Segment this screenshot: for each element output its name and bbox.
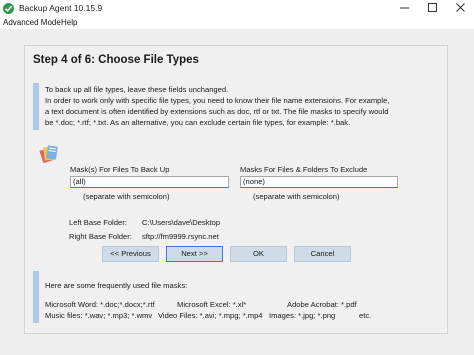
work-area: Step 4 of 6: Choose File Types To back u… [0, 29, 474, 355]
mask-word: Microsoft Word: *.doc;*.docx;*.rtf [45, 300, 155, 309]
menu-help[interactable]: Help [61, 18, 77, 27]
step-title: Step 4 of 6: Choose File Types [33, 54, 199, 66]
backup-agent-icon [3, 3, 14, 14]
include-mask-input[interactable] [70, 176, 229, 188]
info-text: To back up all file types, leave these f… [45, 84, 435, 128]
masks-title: Here are some frequently used file masks… [45, 281, 188, 290]
masks-accent-bar [33, 271, 39, 323]
mask-etc: etc. [359, 311, 372, 320]
menu-advanced-mode[interactable]: Advanced Mode [3, 18, 61, 27]
info-line: be *.doc; *.rtf; *.txt. As an alternativ… [45, 118, 351, 127]
maximize-icon [427, 3, 437, 14]
info-line: In order to work only with specific file… [45, 96, 390, 105]
mask-excel: Microsoft Excel: *.xl* [177, 300, 247, 309]
menu-bar: Advanced Mode Help [0, 17, 474, 29]
mask-acrobat: Adobe Acrobat: *.pdf [287, 300, 357, 309]
info-accent-bar [33, 83, 39, 130]
right-base-folder-label: Right Base Folder: [69, 232, 132, 241]
maximize-button[interactable] [418, 0, 446, 17]
title-bar: Backup Agent 10.15.9 [0, 0, 474, 17]
mask-music: Music files: *.wav; *.mp3; *.wmv [45, 311, 153, 320]
cancel-button[interactable]: Cancel [294, 246, 351, 262]
left-base-folder-label: Left Base Folder: [69, 218, 127, 227]
mask-video: Video Files: *.avi; *.mpg; *.mp4 [158, 311, 263, 320]
close-button[interactable] [446, 0, 474, 17]
minimize-button[interactable] [390, 0, 418, 17]
include-mask-hint: (separate with semicolon) [83, 192, 170, 201]
ok-button[interactable]: OK [230, 246, 287, 262]
info-line: a text document is often identified by e… [45, 107, 389, 116]
close-icon [455, 3, 465, 14]
wizard-panel: Step 4 of 6: Choose File Types To back u… [24, 45, 448, 334]
next-button[interactable]: Next >> [166, 246, 223, 262]
minimize-icon [399, 3, 409, 14]
previous-button[interactable]: << Previous [102, 246, 159, 262]
left-base-folder-value: C:\Users\dave\Desktop [142, 218, 221, 227]
right-base-folder-value: sftp://fm9999.rsync.net [142, 232, 219, 241]
include-mask-label: Mask(s) For Files To Back Up [70, 165, 170, 174]
info-line: To back up all file types, leave these f… [45, 85, 229, 94]
window-title: Backup Agent 10.15.9 [19, 3, 103, 13]
file-types-icon [39, 143, 59, 167]
exclude-mask-hint: (separate with semicolon) [253, 192, 340, 201]
mask-images: Images: *.jpg; *.png [269, 311, 336, 320]
exclude-mask-input[interactable] [240, 176, 398, 188]
exclude-mask-label: Masks For Files & Folders To Exclude [240, 165, 368, 174]
